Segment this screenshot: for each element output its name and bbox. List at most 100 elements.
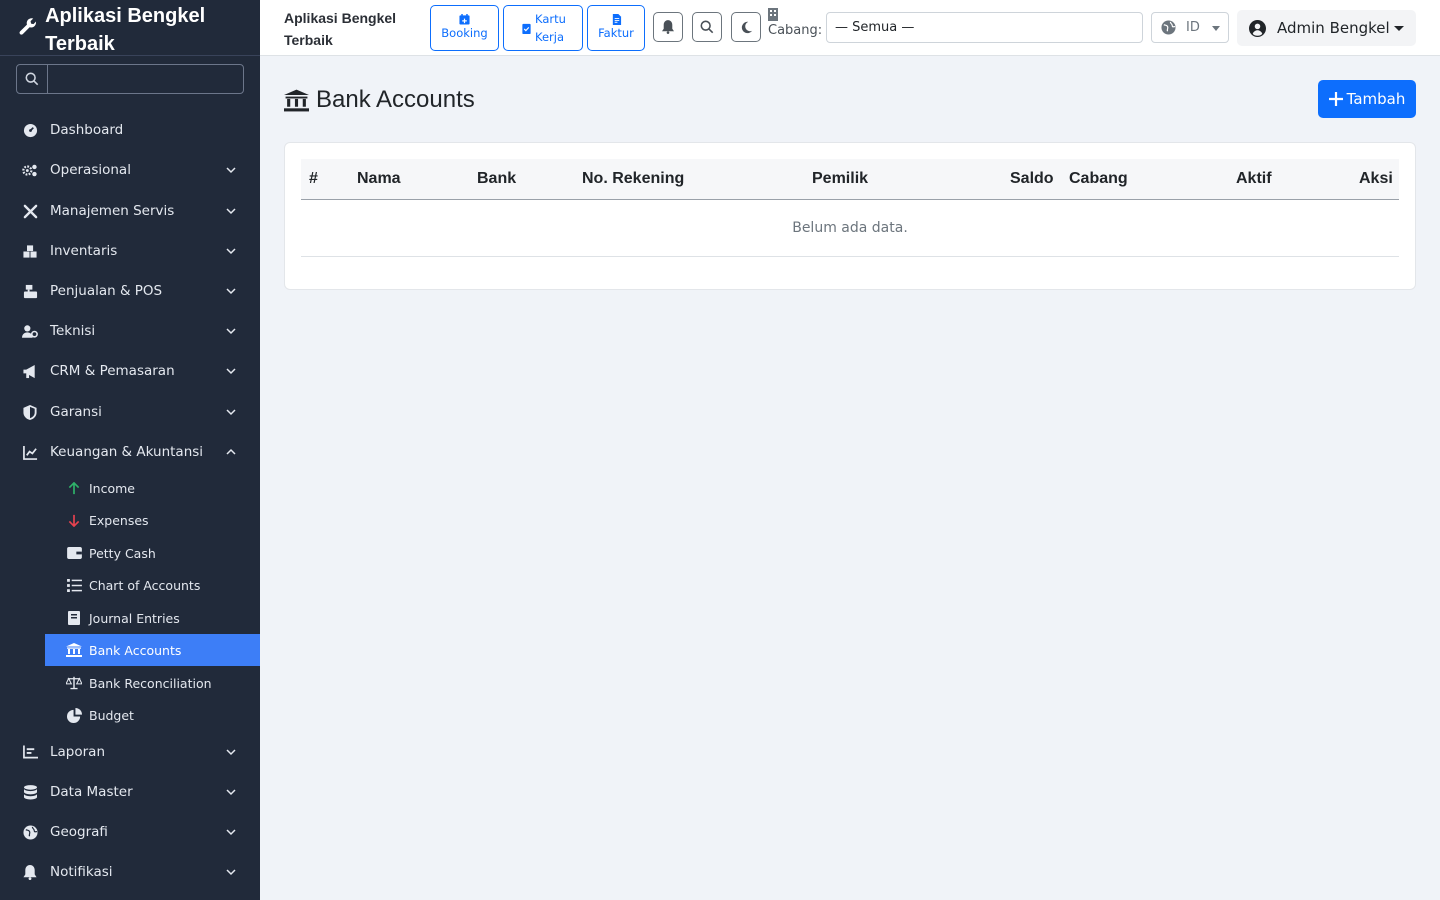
sidebar-item-label: Penjualan & POS xyxy=(50,283,163,299)
caret-down-icon xyxy=(1394,26,1404,31)
sidebar-subitem-income[interactable]: Income xyxy=(45,472,260,504)
column-header-number[interactable]: # xyxy=(309,159,318,199)
caret-down-icon xyxy=(1212,26,1220,31)
column-header-bank[interactable]: Bank xyxy=(477,159,516,199)
gauge-icon xyxy=(22,122,38,138)
language-value: ID xyxy=(1186,20,1200,35)
sidebar-item-label: Inventaris xyxy=(50,243,118,259)
sidebar-item-garansi[interactable]: Garansi xyxy=(0,396,260,428)
bullhorn-icon xyxy=(22,363,38,379)
page-title: Bank Accounts xyxy=(284,86,475,114)
column-header-saldo[interactable]: Saldo xyxy=(1010,159,1054,199)
chevron-down-icon xyxy=(226,248,236,255)
user-name: Admin Bengkel xyxy=(1277,19,1390,37)
sidebar-item-crm-pemasaran[interactable]: CRM & Pemasaran xyxy=(0,355,260,387)
sidebar-subitem-bank-reconciliation[interactable]: Bank Reconciliation xyxy=(45,667,260,699)
search-button[interactable] xyxy=(692,12,722,42)
theme-toggle-button[interactable] xyxy=(731,12,761,42)
book-icon xyxy=(66,610,82,626)
empty-state-message: Belum ada data. xyxy=(301,200,1399,257)
cabang-select[interactable]: — Semua — xyxy=(826,12,1143,43)
chevron-down-icon xyxy=(226,409,236,416)
column-header-nama[interactable]: Nama xyxy=(357,159,401,199)
list-ol-icon xyxy=(66,577,82,593)
sidebar-item-label: Data Master xyxy=(50,784,133,800)
sidebar-item-dashboard[interactable]: Dashboard xyxy=(0,114,260,146)
clipboard-check-icon xyxy=(522,23,531,34)
moon-icon xyxy=(741,21,752,33)
kartu-kerja-button[interactable]: Kartu Kerja xyxy=(503,5,583,51)
sidebar-subitem-bank-accounts[interactable]: Bank Accounts xyxy=(45,634,260,666)
sidebar-item-label: Geografi xyxy=(50,824,108,840)
sidebar-item-keuangan-akuntansi[interactable]: Keuangan & Akuntansi xyxy=(0,436,260,468)
sidebar-search-input[interactable] xyxy=(48,65,243,93)
cabang-label: Cabang: xyxy=(768,8,822,41)
notifications-button[interactable] xyxy=(653,12,683,42)
boxes-icon xyxy=(22,243,38,259)
sidebar-subitem-label: Budget xyxy=(89,707,134,723)
sidebar-item-teknisi[interactable]: Teknisi xyxy=(0,315,260,347)
column-header-aktif[interactable]: Aktif xyxy=(1236,159,1272,199)
user-menu-button[interactable]: Admin Bengkel xyxy=(1237,10,1416,46)
sidebar-search[interactable] xyxy=(16,64,244,94)
bank-accounts-card: # Nama Bank No. Rekening Pemilik Saldo C… xyxy=(284,142,1416,290)
sidebar-subitem-label: Chart of Accounts xyxy=(89,577,201,593)
sidebar-subitem-chart-of-accounts[interactable]: Chart of Accounts xyxy=(45,569,260,601)
sidebar-subitem-petty-cash[interactable]: Petty Cash xyxy=(45,537,260,569)
app-name: Aplikasi Bengkel Terbaik xyxy=(45,5,206,55)
faktur-label: Faktur xyxy=(598,26,634,40)
column-header-cabang[interactable]: Cabang xyxy=(1069,159,1128,199)
scale-balanced-icon xyxy=(66,675,82,691)
sidebar-item-label: Teknisi xyxy=(50,323,96,339)
bell-icon xyxy=(22,864,38,880)
column-header-aksi[interactable]: Aksi xyxy=(1359,159,1393,199)
chevron-down-icon xyxy=(226,829,236,836)
calendar-plus-icon xyxy=(459,14,470,25)
plus-icon xyxy=(1328,92,1343,106)
topbar-app-title[interactable]: Aplikasi Bengkel Terbaik xyxy=(284,7,404,51)
sidebar-item-laporan[interactable]: Laporan xyxy=(0,736,260,768)
add-button[interactable]: Tambah xyxy=(1318,80,1416,118)
sidebar-item-inventaris[interactable]: Inventaris xyxy=(0,235,260,267)
language-select[interactable]: ID xyxy=(1151,12,1229,43)
sidebar-item-notifikasi[interactable]: Notifikasi xyxy=(0,856,260,888)
sidebar-item-label: Dashboard xyxy=(50,122,124,138)
chart-bar-icon xyxy=(22,744,38,760)
arrow-up-icon xyxy=(66,480,82,496)
sidebar-subitem-expenses[interactable]: Expenses xyxy=(45,504,260,536)
sidebar-subitem-label: Income xyxy=(89,480,135,496)
sidebar-item-penjualan-pos[interactable]: Penjualan & POS xyxy=(0,275,260,307)
cabang-label-text: Cabang: xyxy=(768,23,823,38)
search-icon xyxy=(700,20,714,34)
tools-icon xyxy=(22,203,38,219)
sidebar-item-label: Manajemen Servis xyxy=(50,203,175,219)
sidebar-item-label: Garansi xyxy=(50,404,102,420)
sidebar-item-data-master[interactable]: Data Master xyxy=(0,776,260,808)
sidebar-subitem-label: Bank Reconciliation xyxy=(89,675,212,691)
sidebar-subitem-label: Journal Entries xyxy=(89,610,180,626)
column-header-pemilik[interactable]: Pemilik xyxy=(812,159,868,199)
building-icon xyxy=(768,8,778,21)
sidebar-item-label: Operasional xyxy=(50,162,131,178)
brand[interactable]: Aplikasi Bengkel Terbaik xyxy=(0,0,260,56)
booking-button[interactable]: Booking xyxy=(430,5,499,51)
search-icon xyxy=(17,65,48,93)
chevron-down-icon xyxy=(226,749,236,756)
wallet-icon xyxy=(66,545,82,561)
arrow-down-icon xyxy=(66,512,82,528)
sidebar-item-manajemen-servis[interactable]: Manajemen Servis xyxy=(0,195,260,227)
sidebar-subitem-label: Expenses xyxy=(89,512,149,528)
sidebar-item-label: Notifikasi xyxy=(50,864,113,880)
sidebar-subitem-journal-entries[interactable]: Journal Entries xyxy=(45,602,260,634)
chevron-up-icon xyxy=(226,448,236,455)
sidebar-item-operasional[interactable]: Operasional xyxy=(0,154,260,186)
wrench-icon xyxy=(19,18,37,35)
sidebar-item-label: Keuangan & Akuntansi xyxy=(50,444,204,460)
sidebar-subitem-budget[interactable]: Budget xyxy=(45,699,260,731)
faktur-button[interactable]: Faktur xyxy=(587,5,645,51)
chevron-down-icon xyxy=(226,208,236,215)
sidebar-item-geografi[interactable]: Geografi xyxy=(0,816,260,848)
file-invoice-icon xyxy=(612,14,621,25)
database-icon xyxy=(22,784,38,800)
column-header-no-rekening[interactable]: No. Rekening xyxy=(582,159,684,199)
